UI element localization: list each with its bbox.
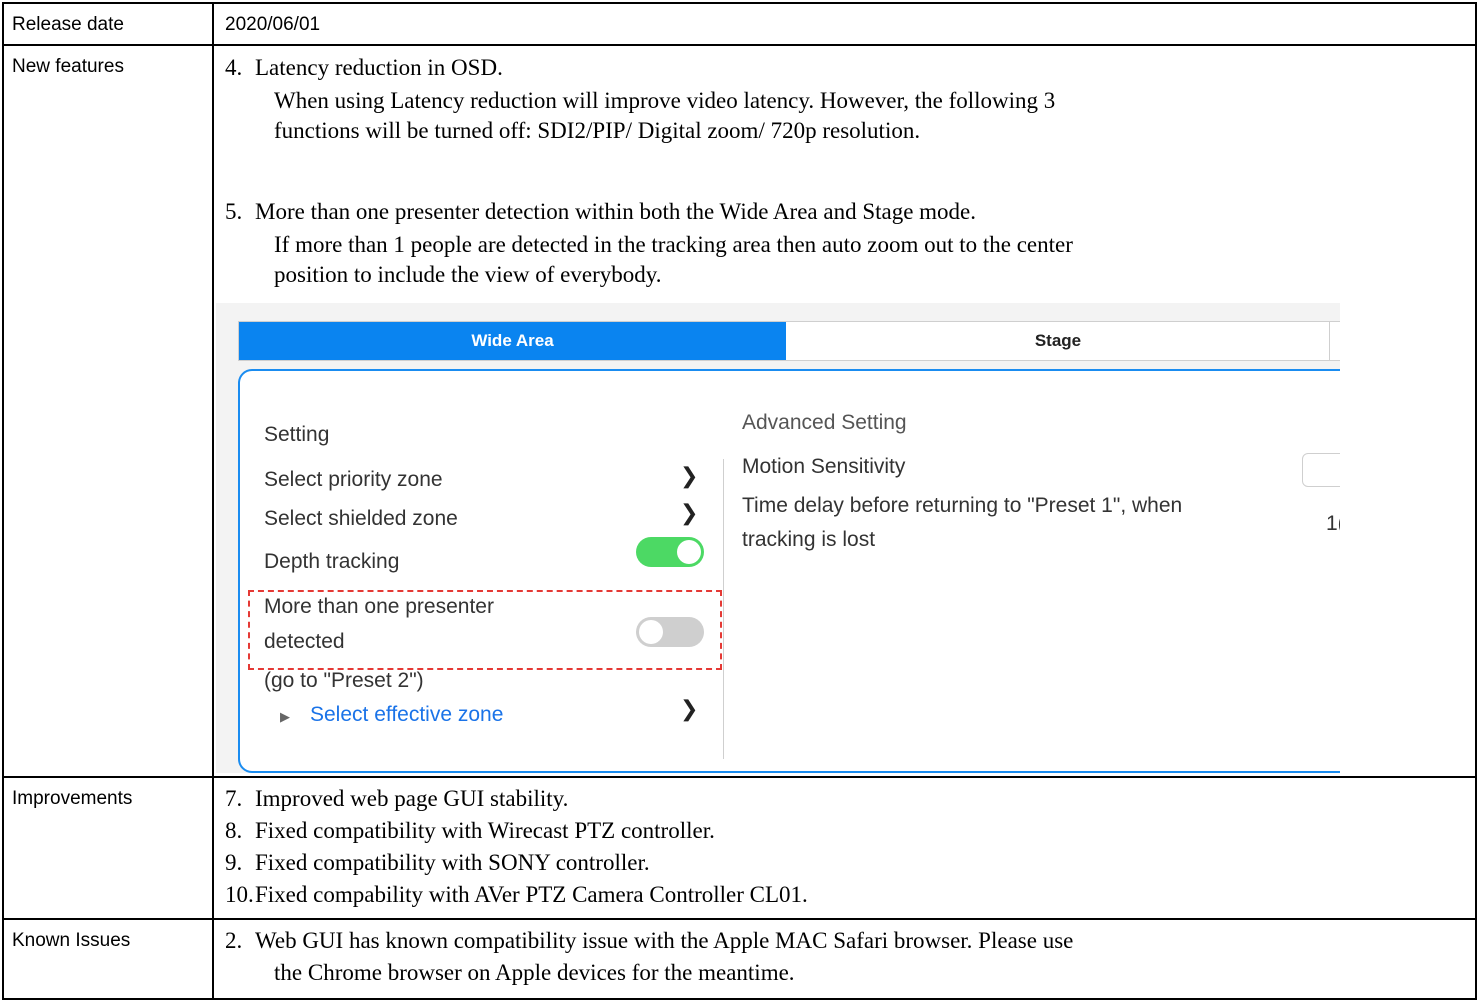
- depth-tracking-label: Depth tracking: [264, 550, 400, 573]
- more-presenter-toggle[interactable]: [636, 617, 704, 647]
- toggle-knob: [639, 620, 663, 644]
- row-divider: [2, 918, 1477, 920]
- improvement-item: 9. Fixed compatibility with SONY controll…: [225, 850, 650, 876]
- depth-tracking-toggle[interactable]: [636, 537, 704, 567]
- feature-line: If more than 1 people are detected in th…: [274, 232, 1073, 257]
- feature-item: 4. Latency reduction in OSD.: [225, 55, 503, 81]
- setting-heading: Setting: [264, 423, 330, 446]
- motion-sensitivity-input[interactable]: [1302, 453, 1340, 487]
- release-notes-table: Release date 2020/06/01 New features 4. L…: [2, 2, 1477, 1000]
- tab-stage[interactable]: Stage: [787, 322, 1330, 360]
- item-number: 8.: [225, 818, 243, 843]
- feature-line: When using Latency reduction will improv…: [274, 88, 1056, 113]
- item-number: 9.: [225, 850, 243, 875]
- known-issue-line: Web GUI has known compatibility issue wi…: [255, 928, 1074, 953]
- known-issue-continuation: the Chrome browser on Apple devices for …: [274, 960, 795, 985]
- known-issue-item: 2. Web GUI has known compatibility issue …: [225, 928, 1073, 954]
- select-priority-zone-label: Select priority zone: [264, 468, 443, 491]
- improvement-item: 10.Fixed compability with AVer PTZ Camer…: [225, 882, 808, 908]
- release-date-value: 2020/06/01: [225, 14, 321, 35]
- row-divider: [2, 44, 1477, 46]
- item-text: Fixed compability with AVer PTZ Camera C…: [255, 882, 808, 907]
- item-number: 2.: [225, 928, 243, 953]
- more-presenter-label-2: detected: [264, 630, 345, 653]
- new-features-label: New features: [12, 56, 124, 77]
- toggle-knob: [677, 540, 701, 564]
- motion-sensitivity-label: Motion Sensitivity: [742, 455, 906, 478]
- improvement-item: 7. Improved web page GUI stability.: [225, 786, 568, 812]
- time-delay-label: Time delay before returning to "Preset 1…: [742, 494, 1183, 517]
- chevron-right-icon[interactable]: ❯: [680, 697, 698, 722]
- item-text: Improved web page GUI stability.: [255, 786, 569, 811]
- item-number: 10.: [225, 882, 254, 907]
- known-issues-label: Known Issues: [12, 930, 131, 951]
- feature-title: More than one presenter detection within…: [255, 199, 977, 224]
- item-number: 7.: [225, 786, 243, 811]
- table-border-bottom: [2, 998, 1477, 1000]
- goto-preset-label: (go to "Preset 2"): [264, 669, 424, 692]
- feature-description: If more than 1 people are detected in th…: [274, 230, 1073, 290]
- more-presenter-label: More than one presenter: [264, 595, 494, 618]
- feature-number: 4.: [225, 55, 243, 80]
- chevron-right-icon[interactable]: ❯: [680, 464, 698, 489]
- item-text: Fixed compatibility with SONY controller…: [255, 850, 650, 875]
- chevron-right-icon[interactable]: ❯: [680, 501, 698, 526]
- improvements-label: Improvements: [12, 788, 133, 809]
- time-delay-label-2: tracking is lost: [742, 528, 876, 551]
- feature-line: functions will be turned off: SDI2/PIP/ …: [274, 118, 921, 143]
- improvement-item: 8. Fixed compatibility with Wirecast PTZ …: [225, 818, 715, 844]
- panel-divider: [723, 459, 724, 759]
- embedded-screenshot: Wide Area Stage Setting Select priority …: [216, 303, 1340, 773]
- expand-triangle-icon[interactable]: ▶: [280, 709, 290, 725]
- settings-panel: Setting Select priority zone ❯ Select sh…: [238, 369, 1340, 773]
- select-effective-zone-link[interactable]: Select effective zone: [310, 703, 503, 727]
- feature-description: When using Latency reduction will improv…: [274, 86, 1055, 146]
- release-date-label: Release date: [12, 14, 124, 35]
- row-divider: [2, 776, 1477, 778]
- column-divider: [212, 2, 214, 1000]
- table-border-top: [2, 2, 1477, 4]
- time-delay-value: 1(: [1326, 512, 1340, 535]
- tab-wide-area[interactable]: Wide Area: [239, 322, 786, 360]
- feature-number: 5.: [225, 199, 243, 224]
- table-border-right: [1475, 2, 1477, 1000]
- mode-tab-bar: Wide Area Stage: [238, 321, 1340, 361]
- feature-title: Latency reduction in OSD.: [255, 55, 503, 80]
- feature-item: 5. More than one presenter detection with…: [225, 199, 976, 225]
- select-shielded-zone-label: Select shielded zone: [264, 507, 458, 530]
- advanced-setting-heading: Advanced Setting: [742, 411, 907, 434]
- item-text: Fixed compatibility with Wirecast PTZ co…: [255, 818, 715, 843]
- feature-line: position to include the view of everybod…: [274, 262, 662, 287]
- table-border-left: [2, 2, 4, 1000]
